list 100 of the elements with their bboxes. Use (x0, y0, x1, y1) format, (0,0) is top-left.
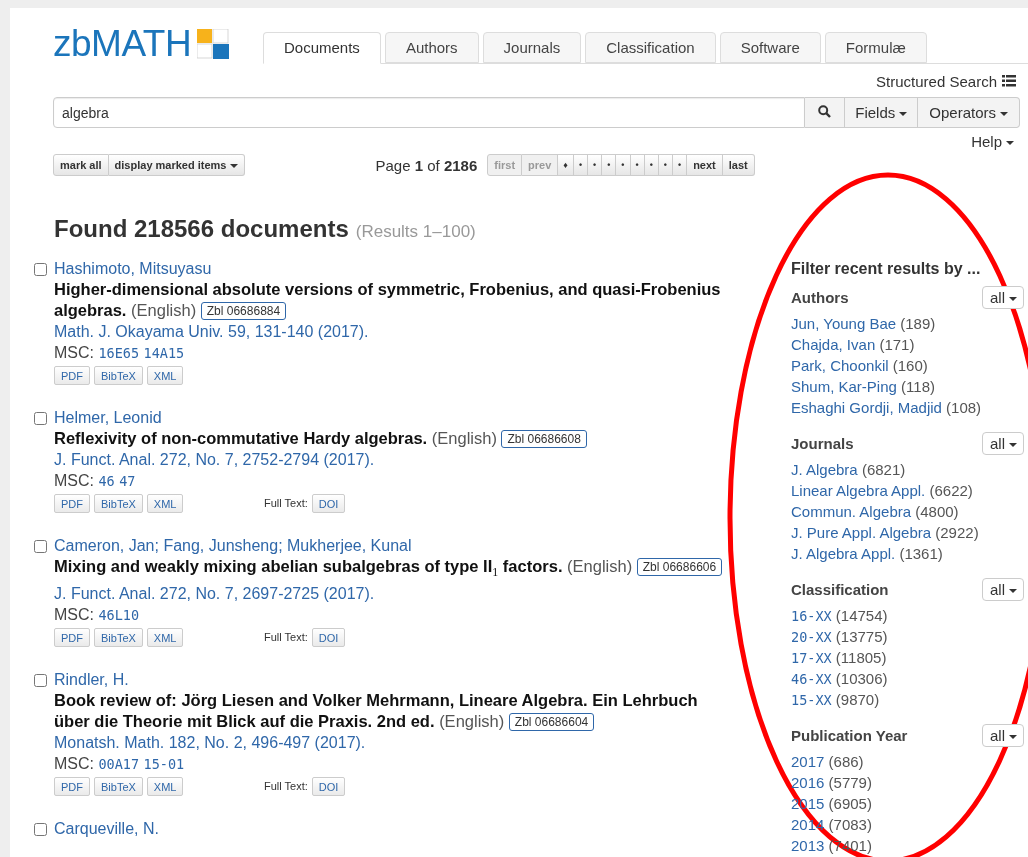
filter-count: (5779) (828, 774, 872, 791)
filter-link[interactable]: Jun, Young Bae (791, 315, 897, 332)
pagination-button[interactable]: next (687, 154, 723, 176)
msc-code-link[interactable]: 16E65 (98, 345, 140, 361)
export-button[interactable]: PDF (54, 494, 90, 513)
filter-count: (10306) (835, 670, 888, 687)
export-button[interactable]: PDF (54, 366, 90, 385)
filter-link[interactable]: J. Algebra Appl. (791, 545, 896, 562)
source-link[interactable]: J. Funct. Anal. 272, No. 7, 2697-2725 (2017). (54, 585, 375, 603)
pagination-button[interactable]: • (602, 154, 617, 176)
author-link[interactable]: Hashimoto, Mitsuyasu (54, 260, 212, 277)
nav-tab[interactable]: Formulæ (824, 32, 927, 63)
filter-link[interactable]: 2017 (791, 753, 825, 770)
filter-dropdown[interactable]: all (982, 724, 1024, 747)
filter-count: (6821) (861, 461, 906, 478)
list-icon (1002, 75, 1016, 87)
filter-count: (171) (879, 336, 915, 353)
nav-tab[interactable]: Authors (384, 32, 479, 63)
export-button[interactable]: BibTeX (94, 366, 143, 385)
author-link[interactable]: Cameron, Jan; Fang, Junsheng; Mukherjee, Kunal (54, 537, 412, 554)
search-button[interactable] (805, 97, 846, 128)
caret-icon (1009, 588, 1017, 593)
select-checkbox[interactable] (34, 412, 47, 425)
filter-link[interactable]: 2016 (791, 774, 825, 791)
filter-link[interactable]: 46-XX (791, 671, 832, 687)
zbl-link[interactable]: Zbl 06686606 (636, 558, 723, 576)
filter-count: (2922) (935, 524, 979, 541)
doi-button[interactable]: DOI (311, 628, 346, 648)
filter-dropdown[interactable]: all (982, 286, 1024, 309)
nav-tab[interactable]: Software (719, 32, 821, 63)
msc-code-link[interactable]: 47 (119, 473, 136, 489)
msc-code-link[interactable]: 46L10 (98, 607, 140, 624)
filter-dropdown[interactable]: all (982, 578, 1024, 601)
caret-icon (899, 112, 908, 117)
filter-link[interactable]: 17-XX (791, 650, 832, 666)
export-button[interactable]: XML (146, 777, 184, 797)
select-checkbox[interactable] (34, 540, 47, 553)
filter-link[interactable]: J. Pure Appl. Algebra (791, 524, 932, 541)
filter-link[interactable]: J. Algebra (791, 461, 858, 478)
export-button[interactable]: PDF (54, 628, 90, 648)
pagination-button[interactable]: • (616, 154, 631, 176)
select-checkbox[interactable] (34, 263, 47, 276)
filter-group-title: Journals (791, 434, 854, 454)
pagination-button[interactable]: ♦ (558, 154, 574, 176)
msc-code-link[interactable]: 15-01 (143, 756, 185, 773)
squares-logo-icon (197, 29, 230, 59)
select-checkbox[interactable] (34, 674, 47, 688)
nav-tab[interactable]: Classification (585, 32, 716, 63)
doi-button[interactable]: DOI (311, 777, 346, 797)
zbl-link[interactable]: Zbl 06686608 (501, 430, 587, 448)
export-button[interactable]: BibTeX (94, 628, 143, 648)
document-title: Mixing and weakly mixing abelian subalgebras of type II$_{1}$ factors. (English) Zbl 06686606 (54, 556, 737, 584)
fields-dropdown[interactable]: Fields (845, 97, 919, 128)
filter-link[interactable]: 2013 (791, 837, 825, 854)
author-link[interactable]: Helmer, Leonid (54, 409, 162, 426)
filter-link[interactable]: Eshaghi Gordji, Madjid (791, 399, 942, 416)
filter-link[interactable]: 15-XX (791, 692, 832, 708)
results-heading: Found 218566 documents (54, 214, 349, 244)
structured-search-link[interactable]: Structured Search (876, 72, 997, 90)
help-dropdown[interactable]: Help (971, 133, 1014, 150)
export-button[interactable]: XML (146, 494, 184, 513)
nav-tab[interactable]: Journals (482, 32, 582, 63)
msc-code-link[interactable]: 14A15 (143, 345, 185, 361)
search-icon (818, 105, 832, 118)
filter-link[interactable]: Linear Algebra Appl. (791, 482, 926, 499)
source-link[interactable]: Math. J. Okayama Univ. 59, 131-140 (2017). (54, 323, 369, 340)
source-link[interactable]: J. Funct. Anal. 272, No. 7, 2752-2794 (2017). (54, 451, 375, 468)
search-field[interactable]: algebra (53, 97, 806, 128)
zbl-link[interactable]: Zbl 06686604 (508, 713, 595, 732)
filter-dropdown[interactable]: all (982, 432, 1024, 455)
author-link[interactable]: Carqueville, N. (54, 820, 159, 838)
msc-code-link[interactable]: 46 (98, 473, 115, 489)
display-marked-dropdown[interactable]: display marked items (108, 154, 246, 176)
pagination-button[interactable]: • (588, 154, 603, 176)
export-button[interactable]: PDF (54, 777, 90, 797)
operators-dropdown[interactable]: Operators (918, 97, 1020, 128)
export-button[interactable]: XML (146, 628, 184, 648)
zbl-link[interactable]: Zbl 06686884 (200, 302, 287, 320)
export-button[interactable]: XML (146, 366, 184, 385)
source-link[interactable]: Monatsh. Math. 182, No. 2, 496-497 (2017). (54, 734, 366, 752)
filter-link[interactable]: 16-XX (791, 608, 832, 624)
select-checkbox[interactable] (34, 823, 47, 837)
caret-icon (1006, 141, 1014, 146)
msc-code-link[interactable]: 00A17 (98, 756, 140, 773)
filter-count: (118) (901, 378, 935, 395)
full-text-label: Full Text: (264, 630, 308, 646)
pagination-button[interactable]: last (722, 154, 755, 176)
mark-all-button[interactable]: mark all (53, 154, 109, 176)
filter-link[interactable]: 20-XX (791, 629, 832, 645)
filter-link[interactable]: Commun. Algebra (791, 503, 912, 520)
author-link[interactable]: Rindler, H. (54, 671, 129, 689)
filter-link[interactable]: Park, Choonkil (791, 357, 889, 374)
filter-link[interactable]: Chajda, Ivan (791, 336, 876, 353)
nav-tab[interactable]: Documents (263, 32, 381, 64)
doi-button[interactable]: DOI (311, 494, 346, 513)
caret-icon (1009, 734, 1017, 739)
site-logo[interactable]: zbMATH (53, 24, 192, 64)
export-button[interactable]: BibTeX (94, 494, 143, 513)
filter-link[interactable]: Shum, Kar-Ping (791, 378, 897, 395)
export-button[interactable]: BibTeX (94, 777, 143, 797)
